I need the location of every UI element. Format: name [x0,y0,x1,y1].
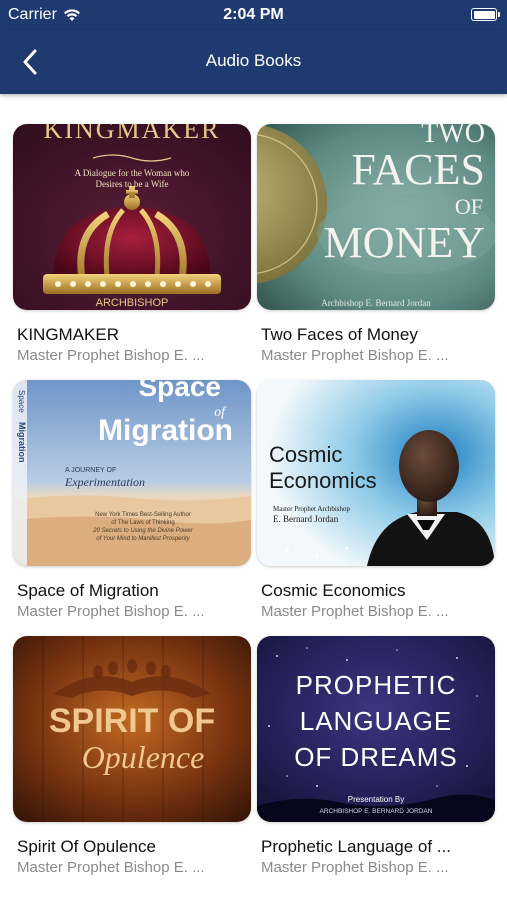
cover-blurb-4: of Your Mind to Manifest Prosperity [96,536,190,542]
cover-line-2: Economics [269,468,377,493]
status-time: 2:04 PM [223,6,284,23]
two-faces-cover-art: TWO FACES OF MONEY Archbishop E. Bernard… [257,124,495,310]
cover-tag-2: Experimentation [64,475,145,489]
cover-line-1: Space [139,380,222,402]
cover-tag-1: A JOURNEY OF [65,467,116,474]
cosmic-economics-cover-art: Cosmic Economics Master Prophet Archbish… [257,380,495,566]
cover-line-3: OF DREAMS [294,742,458,772]
book-cover[interactable]: KINGMAKER A Dialogue for the Woman who D… [13,124,251,310]
book-cover[interactable]: Cosmic Economics Master Prophet Archbish… [257,380,495,566]
cover-blurb-3: 20 Secrets to Using the Divine Power [92,528,193,534]
book-cover[interactable]: TWO FACES OF MONEY Archbishop E. Bernard… [257,124,495,310]
cover-blurb-2: of The Laws of Thinking [111,520,174,526]
cover-byline-1: Presentation By [348,795,404,804]
book-author: Master Prophet Bishop E. ... [17,347,205,364]
book-title: Space of Migration [17,581,159,600]
book-title: Spirit Of Opulence [17,837,156,856]
book-cover[interactable]: SPIRIT OF Opulence [13,636,251,822]
book-title: KINGMAKER [17,325,120,344]
cover-footer: ARCHBISHOP [96,297,169,309]
cover-line-1: PROPHETIC [296,670,457,700]
book-card-kingmaker[interactable]: KINGMAKER A Dialogue for the Woman who D… [13,124,251,364]
book-title: Cosmic Economics [261,581,406,600]
cover-byline-2: E. Bernard Jordan [273,514,339,524]
cover-line-3: Migration [98,414,233,447]
cover-subtitle-2: Desires to be a Wife [96,179,169,189]
kingmaker-cover-art: KINGMAKER A Dialogue for the Woman who D… [13,124,251,310]
book-card-space-of-migration[interactable]: Space Migration Space of Migration A JOU… [13,380,251,620]
cover-spine-2: Migration [17,422,27,463]
page-title: Audio Books [205,51,302,70]
cover-line-1: Cosmic [269,442,342,467]
status-bar: Carrier 2:04 PM [0,0,507,30]
cover-line-2: Opulence [82,739,205,775]
book-author: Master Prophet Bishop E. ... [17,603,205,620]
cover-line-2: FACES [351,145,485,194]
cover-footer: Archbishop E. Bernard Jordan [321,298,431,308]
book-card-cosmic-economics[interactable]: Cosmic Economics Master Prophet Archbish… [257,380,495,620]
book-title: Two Faces of Money [261,325,418,344]
cover-byline-1: Master Prophet Archbishop [273,505,350,513]
book-author: Master Prophet Bishop E. ... [261,859,449,876]
book-cover[interactable]: Space Migration Space of Migration A JOU… [13,380,251,566]
cover-line-4: MONEY [324,218,485,267]
cover-spine-1: Space [17,390,26,413]
book-author: Master Prophet Bishop E. ... [17,859,205,876]
book-card-two-faces-of-money[interactable]: TWO FACES OF MONEY Archbishop E. Bernard… [257,124,495,364]
space-of-migration-cover-art: Space Migration Space of Migration A JOU… [13,380,251,566]
cover-line-1: SPIRIT OF [49,702,215,740]
cover-blurb-1: New York Times Best-Selling Author [95,512,191,518]
book-card-spirit-of-opulence[interactable]: SPIRIT OF Opulence Spirit Of Opulence Ma… [13,636,251,876]
book-author: Master Prophet Bishop E. ... [261,347,449,364]
battery-icon [471,8,500,21]
cover-subtitle-1: A Dialogue for the Woman who [75,168,190,178]
prophetic-language-cover-art: PROPHETIC LANGUAGE OF DREAMS Presentatio… [257,636,495,822]
cover-line-2: LANGUAGE [300,706,453,736]
book-author: Master Prophet Bishop E. ... [261,603,449,620]
navigation-bar: Audio Books [0,30,507,94]
spirit-of-opulence-cover-art: SPIRIT OF Opulence [13,636,251,822]
book-title: Prophetic Language of ... [261,837,451,856]
cover-headline: KINGMAKER [44,124,221,144]
book-cover[interactable]: PROPHETIC LANGUAGE OF DREAMS Presentatio… [257,636,495,822]
cover-line-3: OF [455,194,483,219]
cover-byline-2: ARCHBISHOP E. BERNARD JORDAN [320,808,433,815]
book-card-prophetic-language-of-dreams[interactable]: PROPHETIC LANGUAGE OF DREAMS Presentatio… [257,636,495,876]
